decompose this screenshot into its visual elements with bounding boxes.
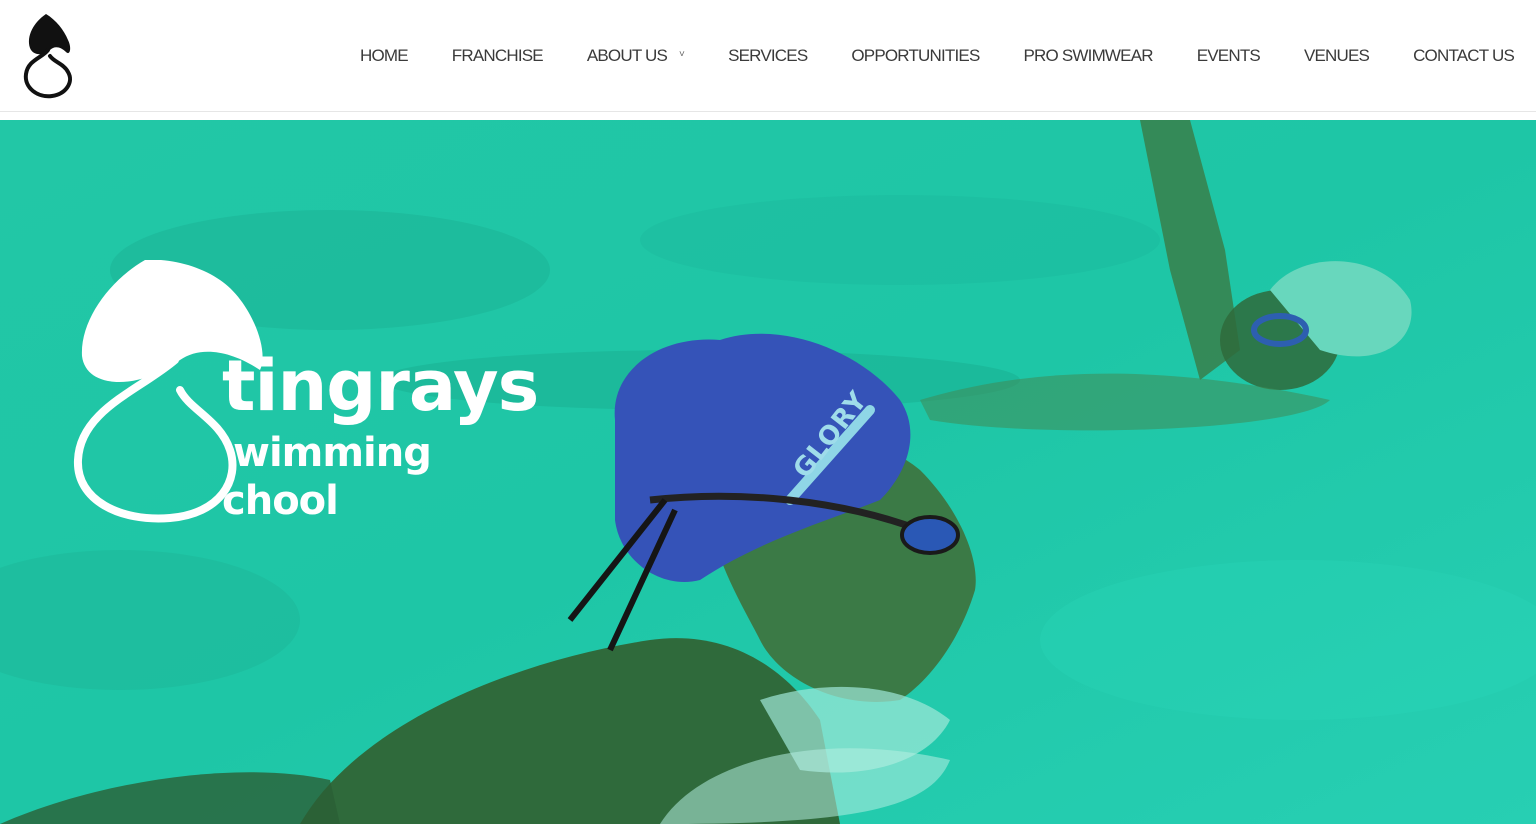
nav-opportunities[interactable]: OPPORTUNITIES <box>829 46 1001 66</box>
header-spacer <box>0 112 1536 120</box>
nav-pro-swimwear-label: PRO SWIMWEAR <box>1023 45 1154 65</box>
nav-events-label: EVENTS <box>1196 45 1261 65</box>
nav-opportunities-label: OPPORTUNITIES <box>851 45 980 65</box>
nav-home-label: HOME <box>359 45 409 65</box>
nav-pro-swimwear[interactable]: PRO SWIMWEAR <box>1002 46 1175 66</box>
nav-venues[interactable]: VENUES <box>1282 46 1391 66</box>
nav-venues-label: VENUES <box>1303 45 1370 65</box>
stingray-s-logo-icon[interactable] <box>20 12 76 100</box>
nav-services[interactable]: SERVICES <box>706 46 829 66</box>
main-nav: HOME FRANCHISE ABOUT US ˅ SERVICES OPPORT… <box>338 0 1536 111</box>
nav-home[interactable]: HOME <box>338 46 430 66</box>
nav-events[interactable]: EVENTS <box>1175 46 1282 66</box>
nav-contact-us-label: CONTACT US <box>1413 45 1515 65</box>
hero-banner: tingrays wimming chool GLORY <box>0 120 1536 824</box>
chevron-down-icon[interactable]: ˅ <box>679 49 685 60</box>
nav-about-us[interactable]: ABOUT US ˅ <box>565 46 706 66</box>
nav-about-us-label: ABOUT US <box>586 45 668 65</box>
brand-name-line3: chool <box>222 478 339 524</box>
nav-franchise[interactable]: FRANCHISE <box>430 46 565 66</box>
nav-franchise-label: FRANCHISE <box>451 45 544 65</box>
nav-services-label: SERVICES <box>728 45 808 65</box>
brand-name-line2: wimming <box>233 430 432 476</box>
site-header: HOME FRANCHISE ABOUT US ˅ SERVICES OPPORT… <box>0 0 1536 112</box>
nav-contact-us[interactable]: CONTACT US <box>1391 46 1536 66</box>
brand-name-line1: tingrays <box>222 345 539 427</box>
